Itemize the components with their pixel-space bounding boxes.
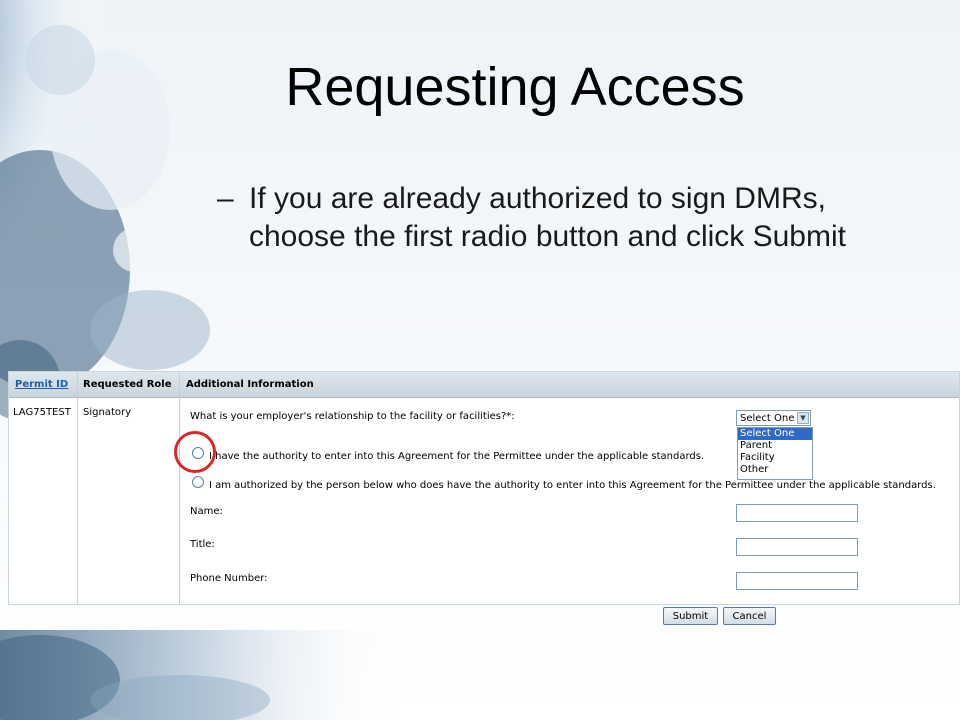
cancel-button[interactable]: Cancel xyxy=(723,607,776,625)
authorized-by-radio[interactable] xyxy=(192,476,204,488)
name-input[interactable] xyxy=(736,504,858,522)
permit-id-value: LAG75TEST xyxy=(13,407,71,418)
option-select-one[interactable]: Select One xyxy=(738,428,812,440)
title-label: Title: xyxy=(190,539,215,550)
highlight-circle xyxy=(174,431,216,473)
column-divider xyxy=(179,372,180,604)
table-header: Permit ID Requested Role Additional Info… xyxy=(9,372,959,398)
select-value: Select One xyxy=(740,413,795,424)
relationship-select[interactable]: Select One ▼ xyxy=(736,410,811,426)
slide-title: Requesting Access xyxy=(285,57,745,117)
phone-input[interactable] xyxy=(736,572,858,590)
relationship-question: What is your employer's relationship to … xyxy=(190,411,515,422)
permit-id-header-link[interactable]: Permit ID xyxy=(15,379,68,390)
requested-role-header: Requested Role xyxy=(83,379,172,390)
role-value: Signatory xyxy=(83,407,132,418)
access-request-table: Permit ID Requested Role Additional Info… xyxy=(8,371,960,605)
relationship-options-list: Select One Parent Facility Other xyxy=(737,427,813,480)
additional-info-header: Additional Information xyxy=(186,379,314,390)
authority-radio-label: I have the authority to enter into this … xyxy=(209,451,705,462)
chevron-down-icon[interactable]: ▼ xyxy=(797,412,809,424)
submit-button[interactable]: Submit xyxy=(663,607,718,625)
phone-label: Phone Number: xyxy=(190,573,268,584)
option-facility[interactable]: Facility xyxy=(738,452,812,464)
authorized-by-radio-label: I am authorized by the person below who … xyxy=(209,480,936,491)
title-input[interactable] xyxy=(736,538,858,556)
option-other[interactable]: Other xyxy=(738,464,812,476)
name-label: Name: xyxy=(190,506,223,517)
option-parent[interactable]: Parent xyxy=(738,440,812,452)
bullet-text: If you are already authorized to sign DM… xyxy=(249,182,846,253)
column-divider xyxy=(77,372,78,604)
bullet-dash: – xyxy=(217,182,234,215)
